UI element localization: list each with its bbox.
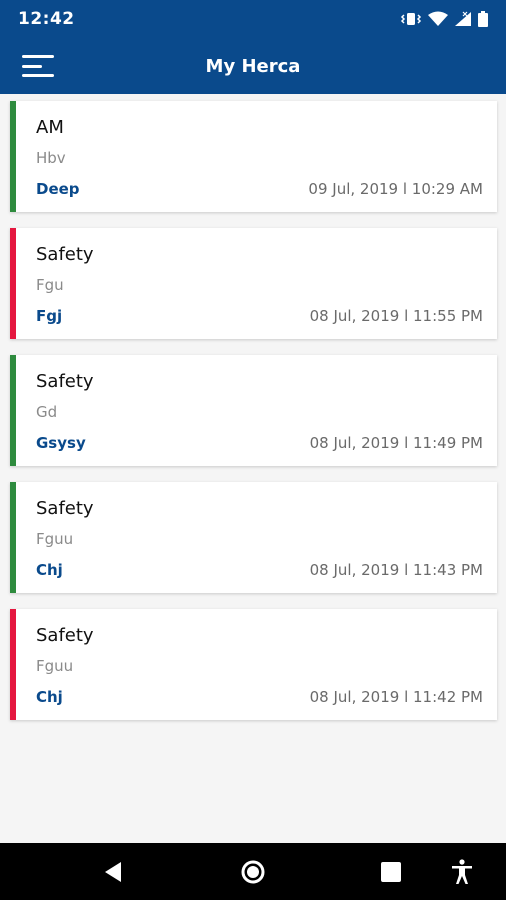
recents-icon[interactable]: [366, 843, 416, 900]
battery-icon: [478, 11, 488, 27]
signal-icon: [455, 11, 471, 26]
item-footer: Chj 08 Jul, 2019 l 11:43 PM: [36, 559, 483, 581]
report-list: AM Hbv Deep 09 Jul, 2019 l 10:29 AM Safe…: [10, 101, 497, 736]
status-icons: [400, 11, 488, 27]
item-user: Gsysy: [36, 434, 86, 452]
list-item[interactable]: Safety Fguu Chj 08 Jul, 2019 l 11:43 PM: [10, 482, 497, 593]
item-user: Fgj: [36, 307, 63, 325]
item-footer: Deep 09 Jul, 2019 l 10:29 AM: [36, 178, 483, 200]
status-time: 12:42: [18, 9, 75, 29]
item-timestamp: 09 Jul, 2019 l 10:29 AM: [308, 180, 483, 198]
app-bar: My Herca: [0, 38, 506, 94]
system-nav-bar: [0, 843, 506, 900]
wifi-icon: [428, 11, 448, 26]
item-timestamp: 08 Jul, 2019 l 11:42 PM: [309, 688, 483, 706]
item-user: Chj: [36, 688, 63, 706]
item-footer: Chj 08 Jul, 2019 l 11:42 PM: [36, 686, 483, 708]
item-footer: Gsysy 08 Jul, 2019 l 11:49 PM: [36, 432, 483, 454]
item-subtitle: Gd: [36, 403, 58, 421]
item-footer: Fgj 08 Jul, 2019 l 11:55 PM: [36, 305, 483, 327]
list-item[interactable]: Safety Gd Gsysy 08 Jul, 2019 l 11:49 PM: [10, 355, 497, 466]
item-title: Safety: [36, 244, 94, 265]
item-subtitle: Fguu: [36, 530, 74, 548]
status-bar: 12:42: [0, 0, 506, 38]
item-title: Safety: [36, 498, 94, 519]
item-subtitle: Fgu: [36, 276, 64, 294]
item-subtitle: Hbv: [36, 149, 66, 167]
list-item[interactable]: AM Hbv Deep 09 Jul, 2019 l 10:29 AM: [10, 101, 497, 212]
home-icon[interactable]: [228, 843, 278, 900]
item-title: AM: [36, 117, 64, 138]
item-title: Safety: [36, 371, 94, 392]
accessibility-icon[interactable]: [440, 843, 484, 900]
item-title: Safety: [36, 625, 94, 646]
item-timestamp: 08 Jul, 2019 l 11:49 PM: [309, 434, 483, 452]
list-item[interactable]: Safety Fguu Chj 08 Jul, 2019 l 11:42 PM: [10, 609, 497, 720]
item-timestamp: 08 Jul, 2019 l 11:55 PM: [309, 307, 483, 325]
vibrate-icon: [400, 13, 422, 25]
item-subtitle: Fguu: [36, 657, 74, 675]
page-title: My Herca: [205, 55, 301, 77]
item-timestamp: 08 Jul, 2019 l 11:43 PM: [309, 561, 483, 579]
hamburger-menu-icon[interactable]: [22, 52, 58, 80]
item-user: Chj: [36, 561, 63, 579]
list-item[interactable]: Safety Fgu Fgj 08 Jul, 2019 l 11:55 PM: [10, 228, 497, 339]
back-icon[interactable]: [88, 843, 138, 900]
item-user: Deep: [36, 180, 80, 198]
